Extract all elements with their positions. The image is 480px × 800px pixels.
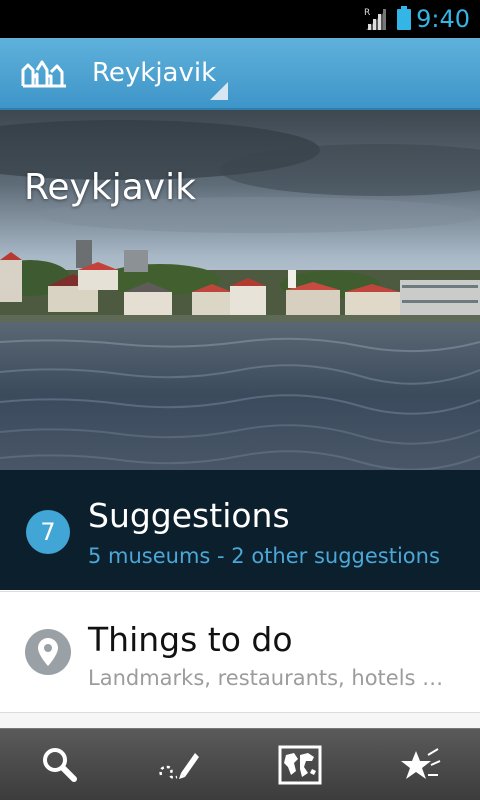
city-selector[interactable]: Reykjavik xyxy=(92,38,230,108)
signal-icon: R xyxy=(364,8,386,30)
city-selector-label: Reykjavik xyxy=(92,58,217,88)
edit-route-icon xyxy=(159,753,199,779)
search-icon xyxy=(43,748,77,782)
status-time: 9:40 xyxy=(416,5,470,33)
hero-city-title: Reykjavik xyxy=(24,167,196,208)
favorites-star-icon xyxy=(401,748,441,779)
things-to-do-subtitle: Landmarks, restaurants, hotels … xyxy=(88,666,444,690)
dropdown-arrow-icon xyxy=(210,82,228,100)
status-bar: R 9:40 xyxy=(0,0,480,38)
search-button[interactable] xyxy=(0,729,120,800)
suggestions-count-badge: 7 xyxy=(26,510,70,554)
suggestions-title: Suggestions xyxy=(88,496,290,535)
action-bar: Reykjavik xyxy=(0,38,480,110)
things-to-do-row[interactable]: Things to do Landmarks, restaurants, hot… xyxy=(0,591,480,713)
favorites-button[interactable] xyxy=(360,729,480,800)
bottom-toolbar xyxy=(0,728,480,800)
reykjavik-lake-photo xyxy=(0,110,480,470)
city-skyline-logo-icon[interactable] xyxy=(20,56,68,92)
suggestions-row[interactable]: 7 Suggestions 5 museums - 2 other sugges… xyxy=(0,470,480,590)
roaming-indicator: R xyxy=(364,8,370,18)
world-map-icon xyxy=(278,745,322,785)
world-map-button[interactable] xyxy=(240,729,360,800)
next-list-item-peek xyxy=(0,713,480,728)
things-to-do-title: Things to do xyxy=(88,620,293,659)
edit-route-button[interactable] xyxy=(120,729,240,800)
app-screen: R 9:40 Reykjavik Reykjavik 7 Suggestions… xyxy=(0,0,480,800)
map-pin-icon xyxy=(25,629,71,675)
city-hero-image: Reykjavik xyxy=(0,110,480,470)
suggestions-subtitle: 5 museums - 2 other suggestions xyxy=(88,544,440,568)
battery-icon xyxy=(397,6,411,30)
